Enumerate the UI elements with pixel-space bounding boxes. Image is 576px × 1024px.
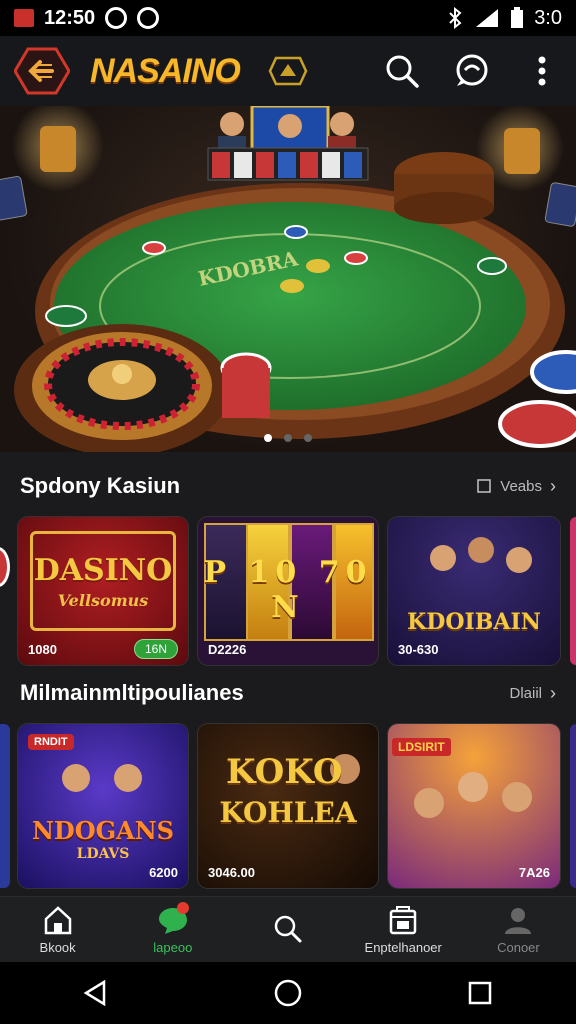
section-header-2: Milmainmltipoulianes Dlaiil › bbox=[0, 673, 576, 713]
nav-home[interactable]: Bkook bbox=[0, 897, 115, 962]
chip-decoration bbox=[0, 547, 10, 587]
card-title: P 10 70 N bbox=[203, 555, 373, 625]
play-pill-button[interactable]: 16N bbox=[133, 639, 178, 659]
next-card-peek[interactable] bbox=[570, 724, 576, 888]
nav-label: Bkook bbox=[39, 940, 76, 955]
app-notification-icon bbox=[14, 9, 34, 27]
game-card[interactable]: P 10 70 N D2226 bbox=[198, 517, 378, 665]
record-icon bbox=[137, 7, 160, 29]
crown-badge-icon bbox=[268, 56, 308, 86]
next-card-peek[interactable] bbox=[570, 517, 576, 665]
character-face bbox=[458, 772, 488, 802]
section-header-1: Spdony Kasiun Veabs › bbox=[0, 466, 576, 506]
chat-bubble-icon bbox=[456, 54, 488, 86]
nav-store[interactable]: Enptelhanoer bbox=[346, 897, 461, 962]
game-card[interactable]: RNDIT NDOGANS LDAVS 6200 bbox=[18, 724, 188, 888]
wifi-signal-icon bbox=[476, 9, 499, 27]
section-title: Milmainmltipoulianes bbox=[20, 680, 244, 705]
game-card[interactable]: KDOIBAIN 30-630 bbox=[388, 517, 560, 665]
card-badge: LDSIRIT bbox=[392, 738, 451, 756]
game-row-2: RNDIT NDOGANS LDAVS 6200 KOKO KOHLEA 304… bbox=[0, 724, 576, 888]
nav-search[interactable] bbox=[230, 897, 345, 962]
card-badge: RNDIT bbox=[28, 734, 74, 750]
system-back-button[interactable] bbox=[76, 973, 116, 1013]
card-subtitle: LDAVS bbox=[76, 846, 130, 862]
profile-icon bbox=[500, 904, 536, 936]
more-vertical-icon bbox=[538, 56, 546, 86]
notification-dot bbox=[176, 902, 189, 914]
status-time: 12:50 bbox=[44, 6, 96, 29]
back-button[interactable] bbox=[14, 46, 70, 96]
view-all-label: Veabs bbox=[500, 477, 542, 495]
system-home-button[interactable] bbox=[268, 973, 308, 1013]
card-footer-text: 7A26 bbox=[518, 865, 550, 880]
card-subtitle: KOHLEA bbox=[219, 796, 357, 829]
prev-card-peek[interactable] bbox=[0, 724, 10, 888]
carousel-dot[interactable] bbox=[284, 434, 292, 442]
more-options-button[interactable] bbox=[522, 51, 562, 91]
search-button[interactable] bbox=[382, 51, 422, 91]
character-face bbox=[468, 537, 494, 563]
bottom-navigation: Bkook lapeoo Enptelhanoer Conoer bbox=[0, 896, 576, 962]
nav-label: lapeoo bbox=[153, 940, 193, 955]
view-all-link[interactable]: Veabs › bbox=[476, 476, 556, 497]
card-title: DASINO bbox=[33, 553, 173, 588]
card-footer-text: 30-630 bbox=[398, 642, 439, 657]
card-subtitle: Vellsomus bbox=[57, 591, 149, 610]
back-arrow-icon bbox=[14, 47, 70, 95]
card-footer-text: 6200 bbox=[149, 865, 178, 880]
search-icon bbox=[270, 912, 306, 944]
search-icon bbox=[386, 55, 419, 88]
card-title: KDOIBAIN bbox=[407, 609, 541, 635]
character-face bbox=[414, 788, 444, 818]
back-triangle-icon bbox=[83, 979, 106, 1007]
character-face bbox=[114, 764, 142, 792]
card-footer-text: D2226 bbox=[208, 642, 247, 657]
bluetooth-icon bbox=[449, 7, 462, 29]
game-card[interactable]: KOKO KOHLEA 3046.00 bbox=[198, 724, 378, 888]
carousel-indicator[interactable] bbox=[0, 434, 576, 442]
game-row-1: DASINO Vellsomus 1080 16N P 10 70 N D222… bbox=[0, 517, 576, 667]
chevron-right-icon: › bbox=[550, 682, 556, 703]
character-face bbox=[506, 547, 532, 573]
chat-icon bbox=[155, 902, 191, 936]
system-recents-button[interactable] bbox=[460, 973, 500, 1013]
app-header: NASAINO bbox=[0, 36, 576, 106]
system-navigation-bar bbox=[0, 962, 576, 1024]
carousel-dot[interactable] bbox=[264, 434, 272, 442]
nav-profile[interactable]: Conoer bbox=[461, 897, 576, 962]
home-icon bbox=[40, 904, 76, 936]
view-all-link[interactable]: Dlaiil › bbox=[509, 683, 556, 704]
home-circle-icon bbox=[274, 979, 302, 1007]
character-face bbox=[62, 764, 90, 792]
card-footer-text: 1080 bbox=[28, 642, 57, 657]
card-title: NDOGANS bbox=[31, 816, 175, 845]
card-title: KOKO bbox=[226, 752, 343, 792]
view-all-label: Dlaiil bbox=[509, 684, 542, 702]
section-title: Spdony Kasiun bbox=[20, 473, 181, 498]
sync-icon bbox=[105, 7, 128, 29]
status-right-text: 3:0 bbox=[534, 6, 562, 29]
character-face bbox=[502, 782, 532, 812]
card-footer-text: 3046.00 bbox=[208, 865, 255, 880]
nav-label: Conoer bbox=[497, 940, 540, 955]
recents-square-icon bbox=[468, 981, 492, 1005]
store-icon bbox=[385, 904, 421, 936]
casino-table-illustration: KDOBRA bbox=[0, 106, 576, 452]
game-card[interactable]: DASINO Vellsomus 1080 16N bbox=[18, 517, 188, 665]
support-chat-button[interactable] bbox=[452, 51, 492, 91]
character-face bbox=[430, 545, 456, 571]
nav-chat[interactable]: lapeoo bbox=[115, 897, 230, 962]
hero-banner[interactable]: KDOBRA bbox=[0, 106, 576, 452]
brand-logo: NASAINO bbox=[90, 51, 241, 90]
battery-icon bbox=[511, 7, 524, 28]
carousel-dot[interactable] bbox=[304, 434, 312, 442]
nav-label: Enptelhanoer bbox=[364, 940, 442, 955]
chevron-right-icon: › bbox=[550, 475, 556, 496]
status-bar: 12:50 3:0 bbox=[0, 0, 576, 36]
bookmark-icon bbox=[477, 479, 492, 493]
game-card[interactable]: LDSIRIT 7A26 bbox=[388, 724, 560, 888]
